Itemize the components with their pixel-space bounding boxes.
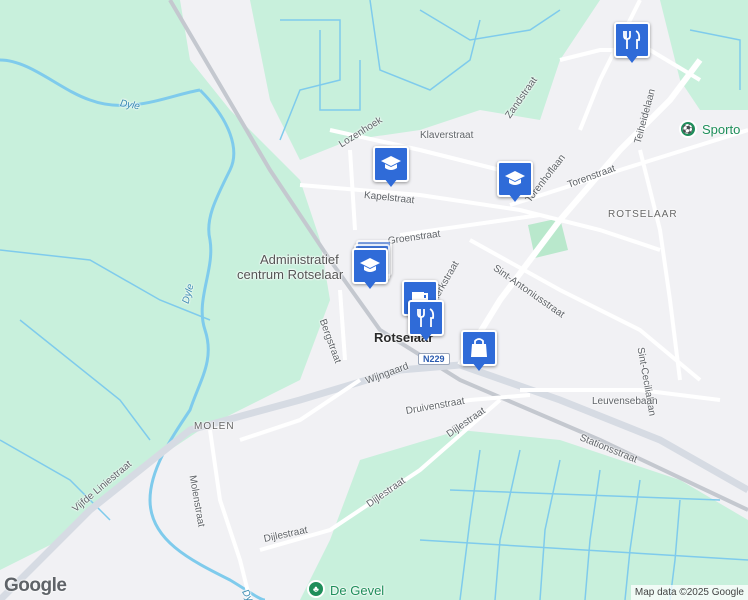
poi-label-sport[interactable]: Sporto <box>702 122 740 137</box>
school-icon <box>505 171 525 185</box>
map-base-layer <box>0 0 748 600</box>
street-label-leuvensebaan: Leuvensebaan <box>592 396 658 407</box>
map-canvas[interactable]: Dyle Dyle Dyle Lozenhoek Klaverstraat Za… <box>0 0 748 600</box>
school-marker-kapelstraat[interactable] <box>373 146 409 190</box>
poi-label-admin-line2: centrum Rotselaar <box>237 267 344 282</box>
school-icon <box>360 258 380 272</box>
tree-poi-icon[interactable]: ♣ <box>307 580 325 598</box>
google-logo: Google <box>4 575 67 596</box>
shopping-bag-icon <box>471 338 487 357</box>
restaurant-icon <box>623 30 641 49</box>
school-marker-torenstraat[interactable] <box>497 161 533 205</box>
restaurant-marker-north[interactable] <box>614 22 650 66</box>
school-icon <box>381 156 401 170</box>
poi-label-admin-line1: Administratief <box>260 252 339 267</box>
district-label-molen: MOLEN <box>194 421 235 432</box>
route-shield-n229: N229 <box>418 353 450 365</box>
poi-label-de-gevel[interactable]: De Gevel <box>330 583 384 598</box>
street-label-klaverstraat: Klaverstraat <box>420 130 474 141</box>
district-label-rotselaar: ROTSELAAR <box>608 209 678 220</box>
sport-poi-icon[interactable]: ⚽ <box>679 120 697 138</box>
restaurant-icon <box>417 308 435 327</box>
shop-marker-center[interactable] <box>461 330 497 374</box>
map-attribution[interactable]: Map data ©2025 Google <box>630 585 748 600</box>
restaurant-marker-center[interactable] <box>408 300 444 344</box>
school-marker-admin-stack[interactable] <box>352 240 392 289</box>
